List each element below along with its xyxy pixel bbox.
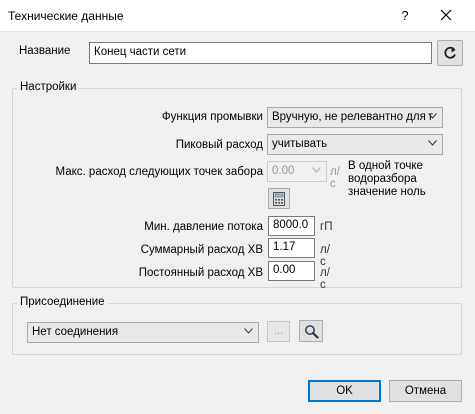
min-pressure-input[interactable]: 8000.0 xyxy=(268,216,315,236)
close-icon xyxy=(440,9,452,21)
settings-group-title: Настройки xyxy=(17,81,80,93)
help-button[interactable]: ? xyxy=(395,8,415,26)
min-pressure-unit: гП xyxy=(320,221,333,233)
chevron-down-icon xyxy=(428,138,437,149)
flush-function-value: Вручную, не релевантно для г xyxy=(272,111,434,123)
constant-cold-flow-input[interactable]: 0.00 xyxy=(268,261,315,281)
peak-flow-select[interactable]: учитывать xyxy=(267,134,443,155)
chevron-down-icon xyxy=(312,165,321,176)
connection-value: Нет соединения xyxy=(32,326,119,338)
calculator-icon xyxy=(273,192,285,206)
search-icon xyxy=(304,325,319,339)
cancel-button[interactable]: Отмена xyxy=(389,380,462,402)
constant-cold-flow-label: Постоянный расход ХВ xyxy=(138,267,263,279)
window-title: Технические данные xyxy=(8,9,124,23)
peak-flow-label: Пиковый расход xyxy=(175,139,263,151)
max-flow-next-unit: л/с xyxy=(330,166,340,190)
flush-function-label: Функция промывки xyxy=(161,111,263,123)
chevron-down-icon xyxy=(244,326,253,337)
constant-cold-flow-unit: л/с xyxy=(320,267,330,291)
min-pressure-label: Мин. давление потока xyxy=(144,221,263,233)
zero-value-note: В одной точке водоразбора значение ноль xyxy=(348,160,426,198)
ok-button[interactable]: OK xyxy=(308,380,381,402)
flush-function-select[interactable]: Вручную, не релевантно для г xyxy=(267,107,443,128)
search-button[interactable] xyxy=(299,320,323,342)
name-input[interactable]: Конец части сети xyxy=(89,42,432,64)
max-flow-next-select[interactable]: 0.00 xyxy=(267,161,327,182)
name-label: Название xyxy=(19,45,71,57)
connection-group-title: Присоединение xyxy=(17,296,108,308)
calculator-button[interactable] xyxy=(268,188,290,209)
total-cold-flow-unit: л/с xyxy=(320,244,330,268)
total-cold-flow-input[interactable]: 1.17 xyxy=(268,238,315,258)
connection-select[interactable]: Нет соединения xyxy=(27,322,259,343)
close-button[interactable] xyxy=(435,6,457,26)
browse-button[interactable]: ... xyxy=(267,321,290,342)
peak-flow-value: учитывать xyxy=(272,138,328,150)
total-cold-flow-label: Суммарный расход ХВ xyxy=(140,244,263,256)
refresh-icon xyxy=(444,46,456,59)
refresh-button[interactable] xyxy=(437,40,463,66)
max-flow-next-label: Макс. расход следующих точек забора xyxy=(55,166,263,178)
chevron-down-icon xyxy=(428,111,437,122)
max-flow-next-value: 0.00 xyxy=(272,165,295,177)
